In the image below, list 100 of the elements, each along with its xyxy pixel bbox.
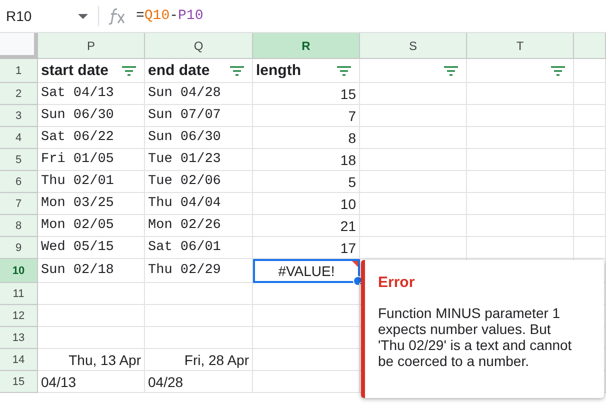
column-header[interactable] — [574, 33, 606, 59]
table-cell[interactable]: 8 — [253, 127, 360, 149]
table-cell[interactable] — [360, 59, 467, 83]
row-header[interactable]: 1 — [0, 59, 38, 83]
table-cell[interactable] — [360, 83, 467, 105]
table-cell[interactable] — [253, 305, 360, 327]
table-cell[interactable] — [574, 237, 606, 259]
table-cell[interactable]: length — [253, 59, 360, 83]
table-cell[interactable] — [574, 215, 606, 237]
table-cell[interactable]: 21 — [253, 215, 360, 237]
table-cell[interactable]: Mon 03/25 — [38, 193, 145, 215]
row-header[interactable]: 7 — [0, 193, 38, 215]
table-cell[interactable]: 17 — [253, 237, 360, 259]
column-header[interactable]: P — [38, 33, 145, 59]
table-cell[interactable] — [38, 283, 145, 305]
table-cell[interactable]: 15 — [253, 83, 360, 105]
row-header[interactable]: 13 — [0, 327, 38, 349]
table-cell[interactable]: 5 — [253, 171, 360, 193]
table-cell[interactable]: Sat 04/13 — [38, 83, 145, 105]
table-cell[interactable] — [574, 83, 606, 105]
table-cell[interactable]: start date — [38, 59, 145, 83]
table-cell[interactable]: Mon 02/05 — [38, 215, 145, 237]
table-cell[interactable] — [145, 305, 253, 327]
table-cell[interactable] — [467, 237, 574, 259]
table-cell[interactable] — [574, 149, 606, 171]
row-header[interactable]: 9 — [0, 237, 38, 259]
column-header[interactable]: T — [467, 33, 574, 59]
filter-icon[interactable] — [122, 66, 136, 76]
table-cell[interactable] — [38, 327, 145, 349]
table-cell[interactable] — [467, 149, 574, 171]
table-cell[interactable]: Sat 06/22 — [38, 127, 145, 149]
table-cell[interactable]: Fri, 28 Apr — [145, 349, 253, 371]
filter-icon[interactable] — [337, 66, 351, 76]
table-cell[interactable] — [574, 105, 606, 127]
row-header[interactable]: 6 — [0, 171, 38, 193]
table-cell[interactable] — [574, 193, 606, 215]
table-cell[interactable] — [360, 105, 467, 127]
table-cell[interactable]: Sun 07/07 — [145, 105, 253, 127]
table-cell[interactable] — [360, 127, 467, 149]
table-cell[interactable] — [253, 327, 360, 349]
row-header[interactable]: 8 — [0, 215, 38, 237]
column-header[interactable]: S — [360, 33, 467, 59]
table-cell[interactable]: Thu 04/04 — [145, 193, 253, 215]
table-cell[interactable] — [467, 105, 574, 127]
column-header[interactable]: Q — [145, 33, 253, 59]
table-cell[interactable]: 10 — [253, 193, 360, 215]
table-cell[interactable]: Thu, 13 Apr — [38, 349, 145, 371]
table-cell[interactable] — [360, 215, 467, 237]
name-box[interactable]: R10 — [0, 8, 96, 24]
table-cell[interactable] — [467, 59, 574, 83]
row-header[interactable]: 3 — [0, 105, 38, 127]
table-cell[interactable]: 7 — [253, 105, 360, 127]
table-cell[interactable] — [467, 215, 574, 237]
table-cell[interactable]: end date — [145, 59, 253, 83]
table-cell[interactable] — [574, 171, 606, 193]
table-cell[interactable]: Sun 02/18 — [38, 259, 145, 283]
row-header[interactable]: 4 — [0, 127, 38, 149]
table-cell[interactable]: Tue 01/23 — [145, 149, 253, 171]
table-cell[interactable]: Tue 02/06 — [145, 171, 253, 193]
table-cell[interactable]: Fri 01/05 — [38, 149, 145, 171]
table-cell[interactable]: Sun 06/30 — [38, 105, 145, 127]
table-cell[interactable]: Thu 02/01 — [38, 171, 145, 193]
column-header[interactable]: R — [253, 33, 360, 59]
row-header[interactable]: 15 — [0, 371, 38, 393]
filter-icon[interactable] — [230, 66, 244, 76]
row-header[interactable]: 10 — [0, 259, 38, 283]
table-cell[interactable] — [467, 171, 574, 193]
table-cell[interactable] — [145, 327, 253, 349]
table-cell[interactable] — [145, 283, 253, 305]
table-cell[interactable] — [467, 83, 574, 105]
table-cell[interactable] — [253, 283, 360, 305]
table-cell[interactable]: 18 — [253, 149, 360, 171]
table-cell[interactable]: Sun 04/28 — [145, 83, 253, 105]
table-cell[interactable]: Sat 06/01 — [145, 237, 253, 259]
table-cell[interactable]: Mon 02/26 — [145, 215, 253, 237]
table-cell[interactable] — [467, 193, 574, 215]
table-cell[interactable]: 04/28 — [145, 371, 253, 393]
row-header[interactable]: 14 — [0, 349, 38, 371]
table-cell[interactable] — [360, 193, 467, 215]
table-cell[interactable] — [360, 149, 467, 171]
table-cell[interactable] — [38, 305, 145, 327]
table-cell[interactable]: Wed 05/15 — [38, 237, 145, 259]
table-cell[interactable]: Sun 06/30 — [145, 127, 253, 149]
select-all-corner[interactable] — [0, 33, 38, 59]
row-header[interactable]: 2 — [0, 83, 38, 105]
table-cell[interactable] — [574, 59, 606, 83]
table-cell[interactable] — [360, 237, 467, 259]
row-header[interactable]: 12 — [0, 305, 38, 327]
filter-icon[interactable] — [551, 66, 565, 76]
table-cell[interactable] — [467, 127, 574, 149]
table-cell[interactable]: Thu 02/29 — [145, 259, 253, 283]
row-header[interactable]: 5 — [0, 149, 38, 171]
table-cell[interactable]: 04/13 — [38, 371, 145, 393]
caret-icon[interactable] — [78, 14, 88, 18]
formula-field[interactable]: =Q10-P10 — [136, 8, 606, 24]
filter-icon[interactable] — [444, 66, 458, 76]
table-cell[interactable] — [253, 371, 360, 393]
table-cell[interactable] — [253, 349, 360, 371]
table-cell[interactable] — [360, 171, 467, 193]
row-header[interactable]: 11 — [0, 283, 38, 305]
